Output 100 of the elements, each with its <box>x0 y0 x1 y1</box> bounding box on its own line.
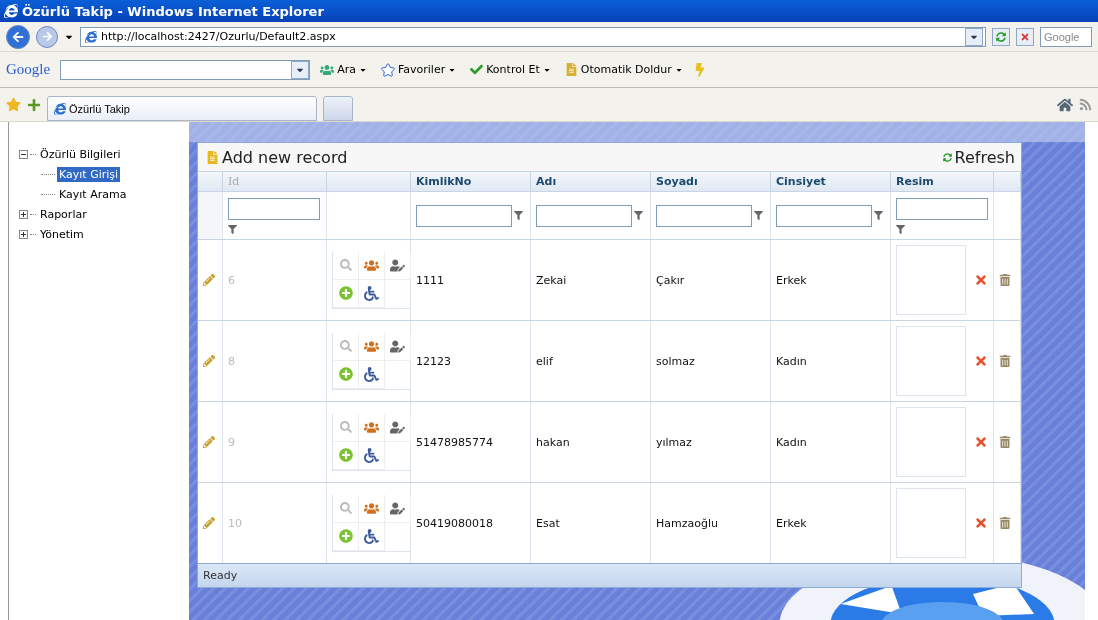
add-icon[interactable] <box>338 286 353 300</box>
new-tab-button[interactable] <box>323 96 353 121</box>
status-text: Ready <box>198 563 1021 587</box>
tree-item[interactable]: Özürlü Bilgileri <box>38 146 123 162</box>
filter-field[interactable] <box>536 204 632 227</box>
search-icon[interactable] <box>339 421 352 433</box>
image-frame <box>896 407 966 477</box>
user-edit-icon[interactable] <box>390 419 405 435</box>
user-edit-icon[interactable] <box>390 500 405 516</box>
people-icon[interactable] <box>364 257 379 273</box>
filter-field[interactable] <box>656 204 752 227</box>
remove-icon[interactable] <box>974 435 988 449</box>
expand-icon[interactable] <box>19 209 28 219</box>
back-button[interactable] <box>6 24 30 49</box>
forward-arrow-icon <box>41 31 53 42</box>
forward-button[interactable] <box>36 25 58 48</box>
filter-field[interactable] <box>228 197 320 220</box>
filter-field[interactable] <box>776 204 872 227</box>
filter-field[interactable] <box>416 204 512 227</box>
edit-icon[interactable] <box>203 517 215 529</box>
filter-icon[interactable] <box>896 224 905 234</box>
refresh-button[interactable] <box>992 27 1010 46</box>
add-icon[interactable] <box>338 529 353 543</box>
filter-icon[interactable] <box>754 211 763 220</box>
toolbar-button[interactable]: Kontrol Et <box>466 63 555 76</box>
toolbar-search-field[interactable] <box>60 59 311 80</box>
stop-button[interactable] <box>1016 27 1034 46</box>
url-text: http://localhost:2427/Ozurlu/Default2.aspx <box>101 30 337 43</box>
filter-icon[interactable] <box>634 211 643 220</box>
image-frame <box>896 488 966 558</box>
user-edit-icon[interactable] <box>390 338 405 354</box>
tree-item[interactable]: Kayıt Arama <box>57 186 129 202</box>
close-icon <box>1020 31 1030 42</box>
collapse-icon[interactable] <box>19 149 28 159</box>
filter-field[interactable] <box>896 197 988 220</box>
edit-icon[interactable] <box>203 274 215 286</box>
remove-icon[interactable] <box>974 273 988 287</box>
column-header[interactable]: Adı <box>531 172 651 191</box>
tree-item[interactable]: Kayıt Girişi <box>57 166 121 182</box>
delete-icon[interactable] <box>999 274 1011 286</box>
people-icon[interactable] <box>364 338 379 354</box>
remove-icon[interactable] <box>974 516 988 530</box>
add-favorite-icon[interactable] <box>27 97 41 112</box>
back-arrow-icon <box>12 30 24 43</box>
tree-item[interactable]: Raporlar <box>38 206 89 222</box>
window-title: Özürlü Takip - Windows Internet Explorer <box>22 3 324 19</box>
dropdown-button[interactable] <box>291 60 310 79</box>
wheelchair-icon[interactable] <box>364 285 379 301</box>
table-cell: 12123 <box>411 321 531 401</box>
browser-tab[interactable]: Özürlü Takip <box>47 96 317 121</box>
search-icon[interactable] <box>339 259 352 271</box>
home-icon[interactable] <box>1057 96 1073 113</box>
toolbar-button[interactable]: Otomatik Doldur <box>560 63 687 76</box>
edit-icon[interactable] <box>203 355 215 367</box>
page-icon <box>85 30 97 43</box>
wheelchair-icon[interactable] <box>364 528 379 544</box>
star-icon <box>380 62 395 77</box>
people-icon[interactable] <box>364 500 379 516</box>
dropdown-button[interactable] <box>965 27 983 46</box>
column-header[interactable]: KimlikNo <box>411 172 531 191</box>
column-header[interactable]: Soyadı <box>651 172 771 191</box>
delete-icon[interactable] <box>999 436 1011 448</box>
search-icon[interactable] <box>339 340 352 352</box>
wheelchair-icon[interactable] <box>364 447 379 463</box>
toolbar-logo: Google <box>6 61 51 78</box>
table-cell: 6 <box>223 240 327 320</box>
table-cell: solmaz <box>651 321 771 401</box>
filter-icon[interactable] <box>874 211 883 220</box>
user-edit-icon[interactable] <box>390 257 405 273</box>
refresh-icon <box>996 31 1006 42</box>
wheelchair-icon[interactable] <box>364 366 379 382</box>
filter-icon[interactable] <box>514 211 523 220</box>
tree-item[interactable]: Yönetim <box>38 226 86 242</box>
expand-icon[interactable] <box>19 229 28 239</box>
column-header[interactable]: Resim <box>891 172 994 191</box>
toolbar-button[interactable]: Ara <box>316 62 371 77</box>
add-icon[interactable] <box>338 367 353 381</box>
column-header[interactable]: Cinsiyet <box>771 172 891 191</box>
filter-icon[interactable] <box>228 224 237 234</box>
browser-icon <box>4 4 18 18</box>
edit-icon[interactable] <box>203 436 215 448</box>
table-cell: Çakır <box>651 240 771 320</box>
address-field[interactable]: http://localhost:2427/Ozurlu/Default2.aspx <box>80 26 986 47</box>
refresh-icon <box>942 152 952 162</box>
table-cell: 51478985774 <box>411 402 531 482</box>
delete-icon[interactable] <box>999 355 1011 367</box>
people-icon[interactable] <box>364 419 379 435</box>
search-icon[interactable] <box>339 502 352 514</box>
toolbar-button[interactable]: Favoriler <box>376 62 461 77</box>
search-field[interactable]: Google <box>1040 26 1092 47</box>
table-cell: Zekai <box>531 240 651 320</box>
add-record-button[interactable]: Add new record <box>206 147 348 167</box>
image-frame <box>896 245 966 315</box>
check-icon <box>470 63 484 76</box>
document-icon <box>206 150 219 164</box>
add-icon[interactable] <box>338 448 353 462</box>
delete-icon[interactable] <box>999 517 1011 529</box>
refresh-button[interactable]: Refresh <box>942 147 1015 167</box>
feed-icon[interactable] <box>1079 98 1092 111</box>
remove-icon[interactable] <box>974 354 988 368</box>
